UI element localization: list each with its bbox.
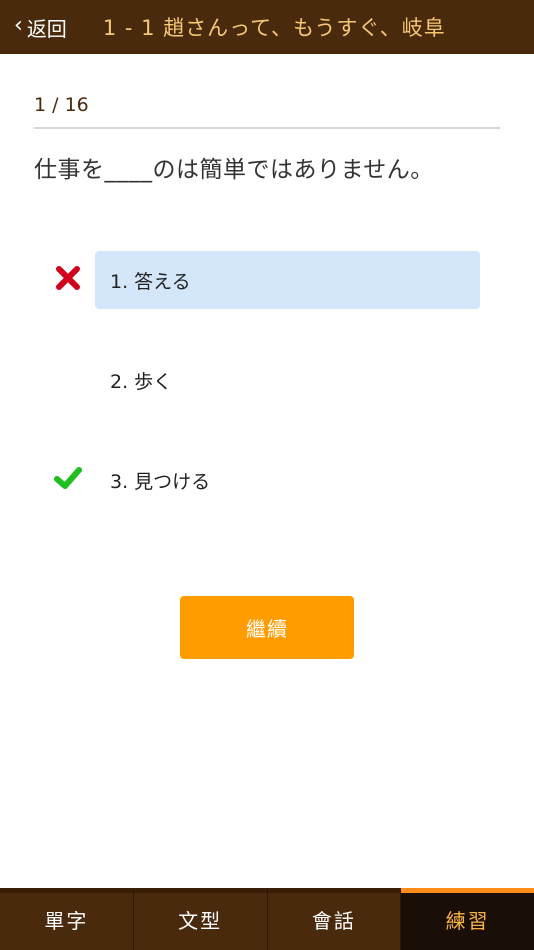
correct-checkmark-icon — [54, 467, 82, 489]
question-text: 仕事を____のは簡単ではありません。 — [34, 157, 434, 183]
bottom-tab-bar: 單字 文型 會話 練習 — [0, 888, 534, 950]
divider — [34, 127, 500, 129]
answer-option-label: 1. 答える — [110, 270, 191, 293]
tab-vocabulary[interactable]: 單字 — [0, 888, 133, 950]
tab-sentence-patterns[interactable]: 文型 — [132, 888, 267, 950]
answer-option-label: 3. 見つける — [110, 470, 211, 493]
page-title: 1 - 1 趙さんって、もうすぐ、岐阜 — [102, 16, 446, 40]
answer-option-2[interactable]: 2. 歩く — [95, 351, 480, 409]
tab-conversation[interactable]: 會話 — [266, 888, 401, 950]
back-label: 返回 — [26, 16, 67, 41]
continue-button[interactable]: 繼續 — [180, 596, 354, 659]
top-navigation-bar: ‹ 返回 1 - 1 趙さんって、もうすぐ、岐阜 — [0, 0, 534, 54]
answer-option-label: 2. 歩く — [110, 370, 173, 393]
wrong-x-icon — [56, 266, 80, 290]
answer-option-1[interactable]: 1. 答える — [95, 251, 480, 309]
answer-option-3[interactable]: 3. 見つける — [95, 451, 480, 509]
question-progress: 1 / 16 — [34, 94, 89, 116]
tab-practice[interactable]: 練習 — [400, 888, 534, 950]
back-button[interactable]: ‹ 返回 — [0, 0, 77, 54]
chevron-left-icon: ‹ — [14, 13, 23, 38]
